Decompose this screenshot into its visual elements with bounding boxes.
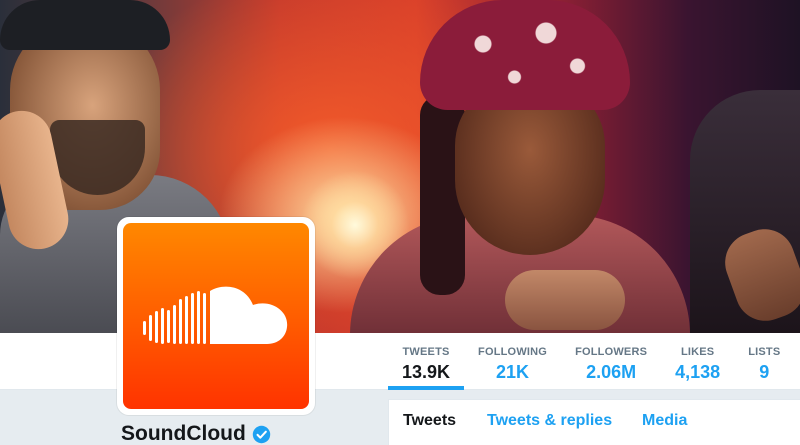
profile-name-row: SoundCloud xyxy=(121,423,271,445)
tab-tweets[interactable]: Tweets xyxy=(403,412,456,430)
stat-label: FOLLOWING xyxy=(478,346,548,358)
tab-media[interactable]: Media xyxy=(642,412,687,430)
profile-stats: TWEETS 13.9K FOLLOWING 21K FOLLOWERS 2.0… xyxy=(388,333,794,390)
twitter-profile-page: TWEETS 13.9K FOLLOWING 21K FOLLOWERS 2.0… xyxy=(0,0,800,445)
stat-value: 4,138 xyxy=(675,362,721,382)
stat-tweets[interactable]: TWEETS 13.9K xyxy=(388,333,465,390)
stat-value: 21K xyxy=(496,362,530,382)
header-photo-person xyxy=(505,270,625,330)
stat-label: LIKES xyxy=(680,346,715,358)
profile-name[interactable]: SoundCloud xyxy=(121,423,246,445)
avatar xyxy=(123,223,309,409)
stat-lists[interactable]: LISTS 9 xyxy=(734,333,794,390)
stat-following[interactable]: FOLLOWING 21K xyxy=(464,333,561,390)
stat-value: 2.06M xyxy=(586,362,637,382)
stat-label: FOLLOWERS xyxy=(575,346,648,358)
timeline-tabs: Tweets Tweets & replies Media xyxy=(388,399,800,445)
header-photo-person xyxy=(0,0,170,50)
soundcloud-logo-icon xyxy=(143,286,288,344)
header-photo-person xyxy=(420,0,630,110)
stat-value: 9 xyxy=(759,362,770,382)
tab-tweets-and-replies[interactable]: Tweets & replies xyxy=(487,412,612,430)
verified-badge-icon xyxy=(252,425,271,443)
stat-value: 13.9K xyxy=(402,362,451,382)
profile-avatar[interactable] xyxy=(117,217,315,415)
stat-label: LISTS xyxy=(748,346,781,358)
stat-likes[interactable]: LIKES 4,138 xyxy=(661,333,734,390)
stat-followers[interactable]: FOLLOWERS 2.06M xyxy=(561,333,661,390)
stat-label: TWEETS xyxy=(402,346,450,358)
